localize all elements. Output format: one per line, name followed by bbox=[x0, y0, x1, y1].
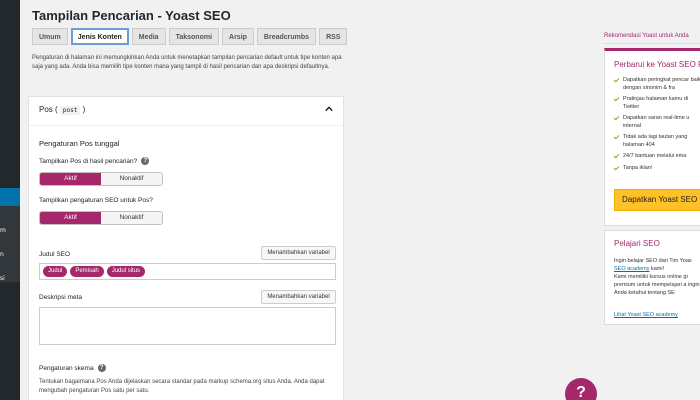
meta-desc-label: Deskripsi meta bbox=[39, 294, 82, 301]
card-title: Pelajari SEO bbox=[614, 239, 660, 248]
toggle-off[interactable]: Nonaktif bbox=[101, 212, 162, 224]
show-seo-label: Tampilkan pengaturan SEO untuk Pos? bbox=[39, 197, 153, 204]
chevron-up-icon[interactable] bbox=[325, 105, 333, 113]
help-button[interactable]: ? bbox=[565, 378, 597, 400]
show-seo-text: Tampilkan pengaturan SEO untuk Pos? bbox=[39, 197, 153, 204]
card-text: Kami memiliki kursus online gr premium u… bbox=[614, 274, 700, 296]
show-seo-toggle[interactable]: Aktif Nonaktif bbox=[39, 211, 163, 225]
panel-title[interactable]: Pos ( post ) bbox=[39, 105, 85, 115]
tab-taksonomi[interactable]: Taksonomi bbox=[168, 28, 220, 45]
check-icon bbox=[613, 76, 620, 83]
schema-label-text: Pengaturan skema bbox=[39, 364, 94, 372]
list-item: Tidak ada lagi tautan yang halaman 404 bbox=[613, 133, 700, 149]
toggle-off[interactable]: Nonaktif bbox=[101, 173, 162, 185]
card-text: kami! bbox=[649, 266, 665, 272]
show-in-results-toggle[interactable]: Aktif Nonaktif bbox=[39, 172, 163, 186]
list-item: Dapatkan peringkat pencar baik dengan si… bbox=[613, 76, 700, 92]
view-academy-link[interactable]: Lihat Yoast SEO academy bbox=[614, 312, 678, 318]
help-icon[interactable]: ? bbox=[97, 364, 106, 372]
tab-rss[interactable]: RSS bbox=[319, 28, 348, 45]
check-icon bbox=[613, 164, 620, 170]
get-premium-button[interactable]: Dapatkan Yoast SEO P bbox=[614, 189, 700, 211]
list-item: Dapatkan saran real-time u internal bbox=[613, 114, 700, 130]
tab-jenis-konten[interactable]: Jenis Konten bbox=[70, 28, 129, 45]
list-item: 24/7 bantuan melalui ema bbox=[613, 152, 700, 161]
card-title: Perbarui ke Yoast SEO P bbox=[614, 60, 700, 69]
variable-chip[interactable]: Judul situs bbox=[106, 266, 146, 277]
toggle-on[interactable]: Aktif bbox=[40, 212, 101, 224]
check-icon bbox=[613, 114, 620, 121]
page-title: Tampilan Pencarian - Yoast SEO bbox=[32, 8, 231, 23]
section-title: Pengaturan Pos tunggal bbox=[39, 139, 120, 148]
check-icon bbox=[613, 133, 620, 140]
post-type-panel: Pos ( post ) Pengaturan Pos tunggal Tamp… bbox=[28, 96, 345, 400]
sidebar-submenu bbox=[0, 206, 20, 282]
variable-chip[interactable]: Pemisah bbox=[70, 266, 104, 277]
insert-variable-button[interactable]: Menambahkan variabel bbox=[261, 246, 336, 260]
tab-breadcrumbs[interactable]: Breadcrumbs bbox=[256, 28, 317, 45]
learn-seo-card: Pelajari SEO Ingin belajar SEO dari Tim … bbox=[604, 230, 700, 325]
check-icon bbox=[613, 152, 620, 159]
show-in-results-label: Tampilkan Pos di hasil pencarian? ? bbox=[39, 157, 150, 165]
help-icon[interactable]: ? bbox=[141, 157, 150, 165]
show-in-results-text: Tampilkan Pos di hasil pencarian? bbox=[39, 157, 138, 165]
sidebar-label[interactable]: m bbox=[0, 227, 6, 234]
tab-bar: Umum Jenis Konten Media Taksonomi Arsip … bbox=[32, 28, 348, 45]
variable-chip[interactable]: Judul bbox=[43, 266, 68, 277]
admin-sidebar: m n si bbox=[0, 0, 20, 400]
sidebar-active-item[interactable] bbox=[0, 188, 20, 206]
seo-title-label: Judul SEO bbox=[39, 251, 71, 258]
sidebar-label[interactable]: si bbox=[0, 275, 5, 282]
card-body: Ingin belajar SEO dari Tim Yoas SEO acad… bbox=[614, 257, 700, 297]
tab-arsip[interactable]: Arsip bbox=[222, 28, 254, 45]
sidebar-label[interactable]: n bbox=[0, 251, 4, 258]
intro-text: Pengaturan di halaman ini memungkinkan A… bbox=[32, 55, 342, 70]
promo-divider bbox=[604, 43, 700, 44]
insert-variable-button[interactable]: Menambahkan variabel bbox=[261, 290, 336, 304]
feature-list: Dapatkan peringkat pencar baik dengan si… bbox=[613, 76, 700, 176]
list-item: Tanpa iklan! bbox=[613, 164, 700, 173]
premium-upsell-card: Perbarui ke Yoast SEO P Dapatkan peringk… bbox=[604, 48, 700, 226]
seo-academy-link[interactable]: SEO academy bbox=[614, 266, 649, 272]
check-icon bbox=[613, 95, 620, 102]
post-type-slug: post bbox=[59, 106, 81, 115]
toggle-on[interactable]: Aktif bbox=[40, 173, 101, 185]
meta-description-input[interactable] bbox=[39, 307, 336, 345]
promo-label: Rekomendasi Yoast untuk Anda bbox=[604, 33, 689, 39]
tab-umum[interactable]: Umum bbox=[32, 28, 68, 45]
seo-title-input[interactable]: Judul Pemisah Judul situs bbox=[39, 263, 336, 280]
schema-description: Tentukan bagaimana Pos Anda dijelaskan s… bbox=[39, 379, 325, 394]
panel-title-text: Pos bbox=[39, 105, 53, 114]
panel-divider bbox=[29, 125, 345, 126]
schema-label: Pengaturan skema ? bbox=[39, 364, 106, 372]
list-item: Pratinjau halaman kamu di Twitter bbox=[613, 95, 700, 111]
tab-media[interactable]: Media bbox=[131, 28, 166, 45]
card-text: Ingin belajar SEO dari Tim Yoas bbox=[614, 258, 692, 264]
